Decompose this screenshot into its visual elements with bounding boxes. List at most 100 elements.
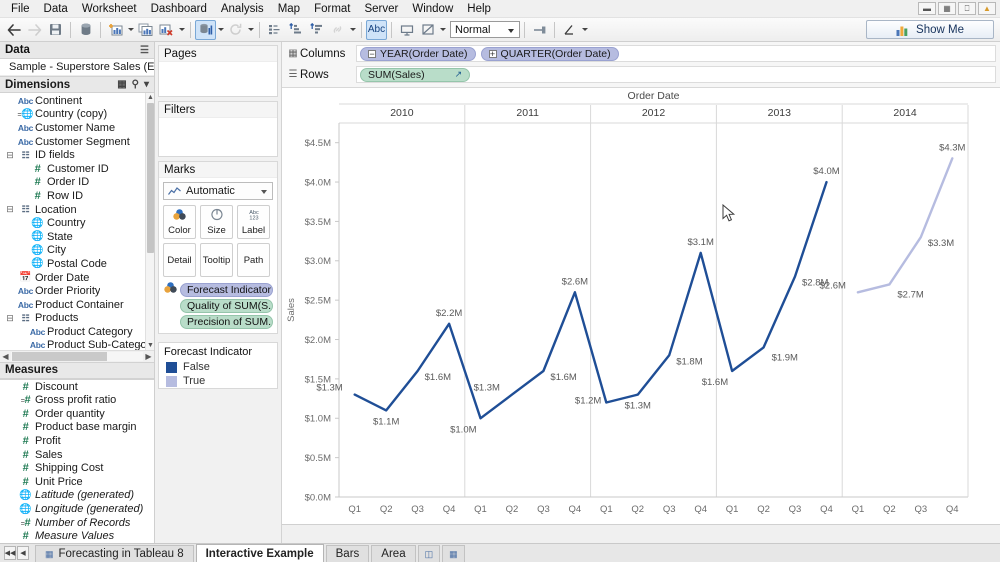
menu-item-analysis[interactable]: Analysis [214, 0, 271, 18]
marks-tooltip-button[interactable]: Tooltip [200, 243, 233, 277]
worksheet-tab-forecasting-in-tableau-8[interactable]: ▦Forecasting in Tableau 8 [35, 545, 194, 562]
scroll-up-arrow[interactable]: ▲ [146, 93, 154, 102]
marks-pill[interactable]: Forecast Indicator↗ [180, 283, 273, 297]
worksheet-tab-bars[interactable]: Bars [326, 545, 370, 562]
search-icon[interactable]: ⚲ [132, 79, 139, 90]
expand-toggle-icon[interactable]: ⊟ [4, 150, 16, 161]
dimension-field[interactable]: AbcProduct Container [0, 298, 154, 312]
marks-type-select[interactable]: Automatic [163, 182, 273, 200]
restore-button[interactable]: ▦ [938, 2, 956, 15]
measures-list[interactable]: #Discount=#Gross profit ratio#Order quan… [0, 379, 154, 543]
pill-drill-icon[interactable]: ↗ [271, 285, 273, 296]
chart-plot[interactable]: Order Date20102011201220132014$0.0M$0.5M… [282, 88, 1000, 524]
dimension-field[interactable]: AbcCustomer Name [0, 121, 154, 135]
shelf-pill[interactable]: SUM(Sales)↗ [360, 68, 470, 82]
measure-field[interactable]: #Product base margin [0, 421, 154, 435]
new-worksheet-dropdown-icon[interactable] [126, 20, 135, 40]
dimensions-dropdown-icon[interactable]: ▾ [144, 79, 149, 90]
pill-expand-icon[interactable]: − [368, 50, 376, 58]
measure-field[interactable]: 🌐Longitude (generated) [0, 502, 154, 516]
data-pane-menu-icon[interactable]: ☰ [140, 45, 149, 56]
highlight-dropdown-icon[interactable] [438, 20, 447, 40]
shelf-pill[interactable]: −YEAR(Order Date) [360, 47, 476, 61]
measure-field[interactable]: =#Number of Records [0, 516, 154, 530]
tab-first-icon[interactable]: ◀◀ [4, 546, 16, 560]
filters-shelf[interactable] [159, 118, 277, 156]
hscroll-left-arrow[interactable]: ◀ [0, 352, 11, 361]
dimension-field[interactable]: ⊟☷Location [0, 203, 154, 217]
clear-sheet-icon[interactable] [156, 20, 177, 40]
new-worksheet-icon[interactable]: ▦ [442, 545, 465, 562]
pill-drill-icon[interactable]: ↗ [455, 69, 463, 80]
highlighter-icon[interactable] [559, 20, 580, 40]
legend-item[interactable]: True [159, 374, 277, 388]
pages-shelf[interactable] [159, 62, 277, 96]
measure-field[interactable]: #Sales [0, 448, 154, 462]
columns-shelf[interactable]: ▦ Columns −YEAR(Order Date)+QUARTER(Orde… [286, 44, 996, 63]
new-dashboard-icon[interactable]: ◫ [418, 545, 441, 562]
fit-select[interactable]: Normal [450, 21, 520, 38]
sort-ascending-icon[interactable] [285, 20, 306, 40]
measure-field[interactable]: #Unit Price [0, 475, 154, 489]
measure-field[interactable]: #Discount [0, 380, 154, 394]
highlight-icon[interactable] [417, 20, 438, 40]
help-button[interactable]: ▲ [978, 2, 996, 15]
marks-pill[interactable]: Precision of SUM..↗ [180, 315, 273, 329]
datasource-row[interactable]: Sample - Superstore Sales (Ex... [0, 59, 154, 76]
close-button[interactable]: ⎕ [958, 2, 976, 15]
menu-item-format[interactable]: Format [307, 0, 357, 18]
new-worksheet-icon[interactable] [105, 20, 126, 40]
menu-item-file[interactable]: File [4, 0, 37, 18]
dimension-field[interactable]: 🌐State [0, 230, 154, 244]
menu-item-data[interactable]: Data [37, 0, 75, 18]
dimensions-more-icon[interactable]: ⌄ [136, 340, 143, 349]
menu-item-worksheet[interactable]: Worksheet [75, 0, 144, 18]
menu-item-server[interactable]: Server [357, 0, 405, 18]
measure-field[interactable]: =#Gross profit ratio [0, 393, 154, 407]
marks-pill[interactable]: Quality of SUM(S..↗ [180, 299, 273, 313]
swap-rows-columns-icon[interactable] [195, 20, 216, 40]
rows-drop-area[interactable]: SUM(Sales)↗ [356, 66, 996, 83]
worksheet-tab-interactive-example[interactable]: Interactive Example [196, 544, 324, 562]
min-button[interactable]: ▬ [918, 2, 936, 15]
dimensions-scrollbar[interactable]: ▲ ▼ [145, 93, 154, 350]
marks-label-button[interactable]: Abc123Label [237, 205, 270, 239]
dimension-field[interactable]: 📅Order Date [0, 271, 154, 285]
measure-field[interactable]: #Measure Values [0, 529, 154, 543]
group-members-icon[interactable] [264, 20, 285, 40]
measure-field[interactable]: #Order quantity [0, 407, 154, 421]
sort-descending-icon[interactable] [306, 20, 327, 40]
menu-item-map[interactable]: Map [271, 0, 307, 18]
swap-dropdown-icon[interactable] [216, 20, 225, 40]
shelf-pill[interactable]: +QUARTER(Order Date) [481, 47, 619, 61]
dimension-field[interactable]: 🌐Postal Code [0, 257, 154, 271]
marks-detail-button[interactable]: Detail [163, 243, 196, 277]
fix-axis-icon[interactable] [529, 20, 550, 40]
dimension-field[interactable]: AbcProduct Sub-Categor [0, 339, 154, 350]
dimension-field[interactable]: 🌐Country [0, 216, 154, 230]
dimension-field[interactable]: AbcContinent [0, 94, 154, 108]
hscroll-right-arrow[interactable]: ▶ [143, 352, 154, 361]
back-arrow-icon[interactable] [3, 20, 24, 40]
dimension-field[interactable]: #Customer ID [0, 162, 154, 176]
line-chart[interactable]: Order Date20102011201220132014$0.0M$0.5M… [282, 88, 996, 536]
dimension-field[interactable]: #Order ID [0, 176, 154, 190]
columns-drop-area[interactable]: −YEAR(Order Date) +QUARTER(Order Date) [356, 45, 996, 62]
legend-item[interactable]: False [159, 360, 277, 374]
tab-prev-icon[interactable]: ◀ [17, 546, 29, 560]
dimension-field[interactable]: AbcCustomer Segment [0, 135, 154, 149]
presentation-mode-icon[interactable] [396, 20, 417, 40]
save-icon[interactable] [45, 20, 66, 40]
expand-toggle-icon[interactable]: ⊟ [4, 313, 16, 324]
show-me-button[interactable]: Show Me [866, 20, 994, 39]
group-by-folder-icon[interactable]: ▦ [117, 79, 126, 90]
dimension-field[interactable]: AbcProduct Category [0, 325, 154, 339]
dimension-field[interactable]: 🌐City [0, 244, 154, 258]
measure-field[interactable]: 🌐Latitude (generated) [0, 489, 154, 503]
dimensions-list[interactable]: ▲ ▼ AbcContinent=🌐Country (copy)AbcCusto… [0, 93, 154, 350]
dimension-field[interactable]: ⊟☷Products [0, 312, 154, 326]
marks-size-button[interactable]: Size [200, 205, 233, 239]
pill-expand-icon[interactable]: + [489, 50, 497, 58]
scroll-down-arrow[interactable]: ▼ [146, 341, 154, 350]
dimension-field[interactable]: ⊟☷ID fields [0, 148, 154, 162]
